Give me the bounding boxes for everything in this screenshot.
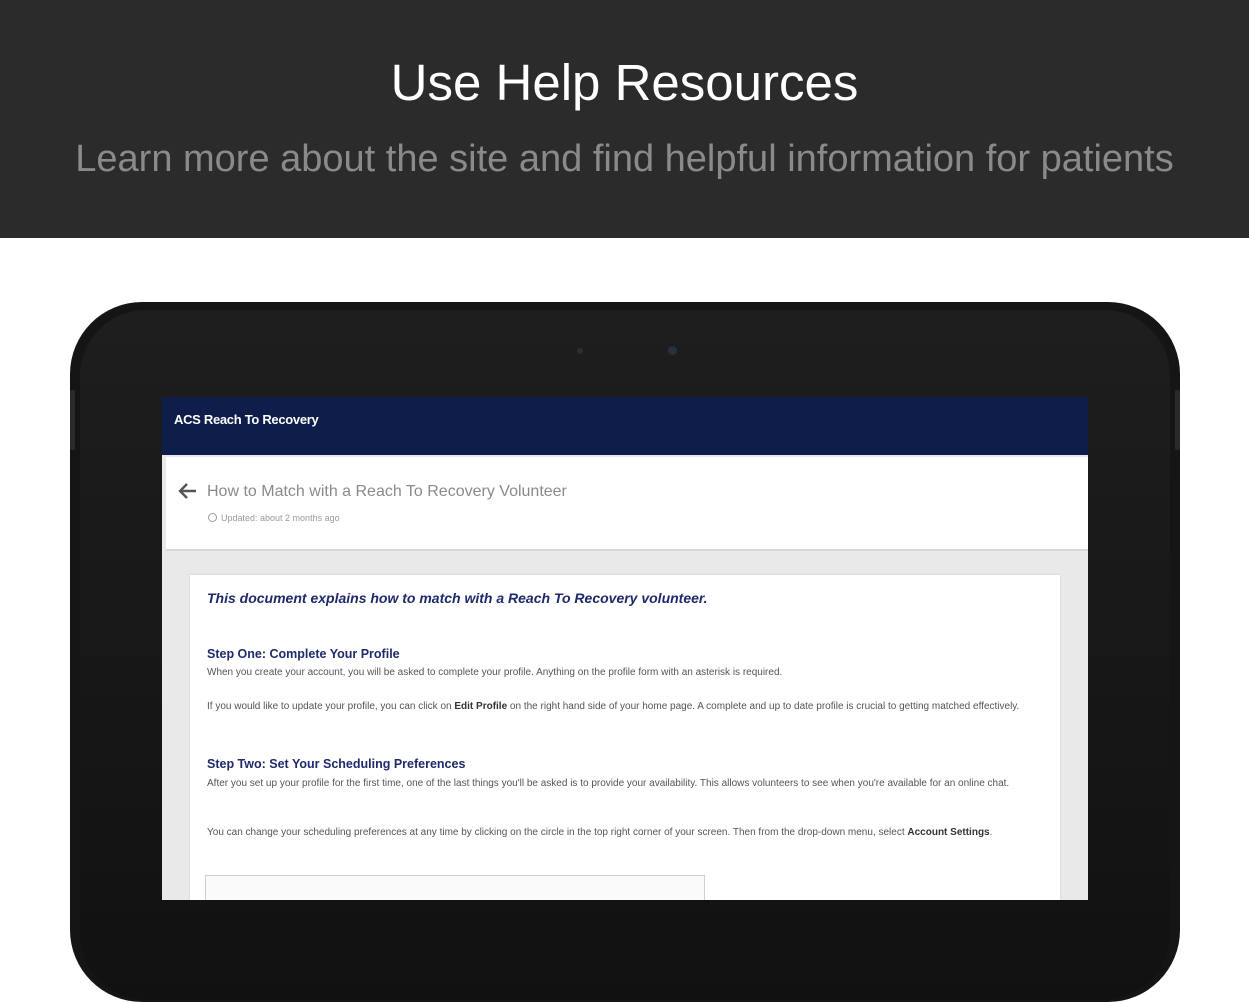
account-settings-link[interactable]: Account Settings [907, 827, 989, 838]
article-title: How to Match with a Reach To Recovery Vo… [207, 483, 567, 500]
step-two-heading: Step Two: Set Your Scheduling Preference… [207, 757, 466, 771]
step-two-paragraph-2: You can change your scheduling preferenc… [207, 825, 1047, 841]
promo-banner: Use Help Resources Learn more about the … [0, 0, 1249, 238]
screenshot-preview-form [205, 875, 705, 900]
tablet-camera [668, 346, 677, 355]
updated-text: Updated: about 2 months ago [221, 513, 340, 523]
edit-profile-link[interactable]: Edit Profile [454, 701, 507, 712]
tablet-side-button [70, 390, 75, 450]
clock-icon [208, 513, 217, 522]
banner-subtitle: Learn more about the site and find helpf… [75, 138, 1174, 180]
article-header: How to Match with a Reach To Recovery Vo… [166, 457, 1088, 551]
step-one-paragraph-1: When you create your account, you will b… [207, 667, 783, 678]
text-span: If you would like to update your profile… [207, 701, 455, 712]
text-span: . [989, 827, 993, 838]
step-one-heading: Step One: Complete Your Profile [207, 647, 400, 661]
step-two-paragraph-1: After you set up your profile for the fi… [207, 778, 1010, 789]
banner-title: Use Help Resources [390, 54, 859, 111]
tablet-screen: ACS Reach To Recovery How to Match with … [162, 397, 1088, 900]
app-title: ACS Reach To Recovery [174, 412, 319, 427]
app-bar: ACS Reach To Recovery [162, 397, 1088, 455]
updated-timestamp: Updated: about 2 months ago [208, 513, 340, 523]
preview-field [280, 889, 690, 900]
text-span: on the right hand side of your home page… [507, 701, 1020, 712]
back-arrow-icon[interactable] [178, 483, 198, 499]
article-body: This document explains how to match with… [190, 575, 1060, 900]
tablet-sensor [577, 348, 583, 354]
article-intro: This document explains how to match with… [207, 590, 708, 606]
tablet-side-button [1175, 390, 1180, 450]
text-span: You can change your scheduling preferenc… [207, 827, 908, 838]
step-one-paragraph-2: If you would like to update your profile… [207, 699, 1047, 715]
